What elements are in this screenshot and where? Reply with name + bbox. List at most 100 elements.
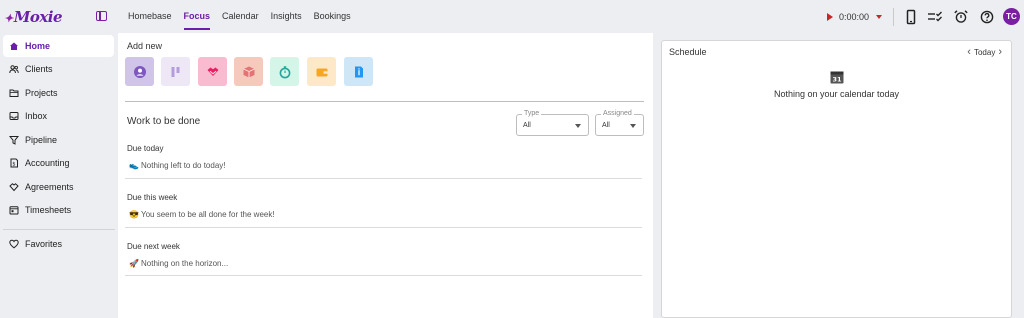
add-agreement-button[interactable] [198, 57, 227, 86]
add-expense-button[interactable] [307, 57, 336, 86]
play-icon[interactable] [827, 13, 833, 21]
timer-value: 0:00:00 [839, 12, 870, 22]
timer-dropdown-icon[interactable] [876, 15, 883, 19]
due-this-week-text: You seem to be all done for the week! [141, 210, 275, 219]
due-next-week-heading: Due next week [127, 242, 180, 251]
chevron-down-icon [630, 124, 636, 128]
sidebar-item-label: Pipeline [25, 135, 58, 145]
schedule-title: Schedule [669, 47, 707, 57]
tab-calendar[interactable]: Calendar [222, 0, 259, 33]
due-next-week-text: Nothing on the horizon... [141, 259, 229, 268]
sidebar-item-label: Accounting [25, 158, 70, 168]
folder-icon [9, 89, 19, 97]
add-time-entry-button[interactable] [270, 57, 299, 86]
row-divider [125, 275, 642, 276]
add-project-button[interactable] [161, 57, 190, 86]
schedule-empty-message: Nothing on your calendar today [773, 89, 900, 99]
top-bar: ✦Moxie Homebase Focus Calendar Insights … [0, 0, 1024, 33]
due-today-heading: Due today [127, 144, 164, 153]
mobile-icon[interactable] [903, 9, 919, 25]
timesheet-icon [9, 206, 19, 215]
contact-icon [133, 65, 146, 78]
sidebar-toggle-icon[interactable] [96, 11, 107, 21]
chevron-down-icon [575, 124, 581, 128]
assigned-filter-select[interactable]: Assigned All [595, 110, 644, 136]
section-divider [125, 101, 644, 102]
sidebar-item-label: Home [25, 41, 51, 51]
tab-focus[interactable]: Focus [183, 0, 210, 33]
sidebar-item-label: Inbox [25, 111, 48, 121]
type-filter-label: Type [522, 110, 542, 117]
heart-icon [9, 239, 19, 249]
sidebar-item-label: Timesheets [25, 205, 72, 215]
help-icon[interactable] [979, 9, 995, 25]
moxie-logo[interactable]: ✦Moxie [4, 8, 63, 26]
calendar-day-number: 31 [832, 76, 842, 84]
wallet-icon [316, 68, 327, 76]
calendar-icon: 31 [830, 71, 844, 84]
today-button[interactable]: Today [974, 48, 995, 57]
type-filter-value: All [523, 122, 531, 129]
clients-icon [9, 65, 19, 74]
rocket-icon: 🚀 [129, 259, 139, 268]
receipt-icon: $ [10, 158, 18, 168]
sidebar-item-home[interactable]: Home [3, 35, 114, 57]
toolbar-divider [893, 8, 894, 26]
add-invoice-button[interactable] [344, 57, 373, 86]
document-icon [354, 66, 363, 77]
timer-widget[interactable]: 0:00:00 [822, 9, 888, 25]
sneaker-icon: 👟 [129, 161, 139, 170]
handshake-icon [9, 183, 19, 192]
sidebar-item-favorites[interactable]: Favorites [3, 233, 114, 255]
sidebar-item-inbox[interactable]: Inbox [3, 105, 114, 127]
user-avatar[interactable]: TC [1003, 8, 1020, 25]
tab-insights[interactable]: Insights [271, 0, 302, 33]
sidebar-item-label: Projects [25, 88, 58, 98]
due-this-week-heading: Due this week [127, 193, 178, 202]
due-this-week-message: 😎 You seem to be all done for the week! [129, 210, 275, 219]
sidebar-divider [3, 229, 115, 230]
sidebar-item-pipeline[interactable]: Pipeline [3, 129, 114, 151]
sidebar-item-label: Clients [25, 64, 53, 74]
home-icon [10, 42, 18, 50]
focus-panel: Add new Work to be done Type All Assigne… [118, 33, 653, 318]
sidebar-item-timesheets[interactable]: Timesheets [3, 199, 114, 221]
assigned-filter-value: All [602, 122, 610, 129]
sidebar-item-agreements[interactable]: Agreements [3, 176, 114, 198]
task-list-icon[interactable] [927, 9, 943, 25]
sidebar-item-accounting[interactable]: $ Accounting [3, 152, 114, 174]
schedule-panel: Schedule ‹ Today › 31 Nothing on your ca… [661, 40, 1012, 318]
filter-icon [9, 136, 19, 145]
sidebar-item-label: Favorites [25, 239, 63, 249]
assigned-filter-label: Assigned [601, 110, 634, 117]
tab-bookings[interactable]: Bookings [314, 0, 351, 33]
inbox-icon [9, 112, 19, 120]
stopwatch-icon [279, 65, 290, 78]
chevron-right-icon[interactable]: › [995, 46, 1005, 58]
kanban-icon [171, 66, 179, 77]
add-contact-button[interactable] [125, 57, 154, 86]
logo-text: Moxie [13, 8, 63, 26]
package-icon [242, 66, 255, 77]
due-today-message: 👟 Nothing left to do today! [129, 161, 226, 170]
work-heading: Work to be done [127, 116, 201, 127]
tab-homebase[interactable]: Homebase [128, 0, 172, 33]
alarm-icon[interactable] [953, 9, 969, 25]
add-new-heading: Add new [127, 41, 163, 51]
due-next-week-message: 🚀 Nothing on the horizon... [129, 259, 228, 268]
sunglasses-icon: 😎 [129, 210, 139, 219]
main-nav: Homebase Focus Calendar Insights Booking… [128, 0, 363, 33]
sidebar-item-clients[interactable]: Clients [3, 58, 114, 80]
type-filter-select[interactable]: Type All [516, 110, 589, 136]
row-divider [125, 178, 642, 179]
handshake-icon [207, 67, 218, 76]
sidebar-item-label: Agreements [25, 182, 74, 192]
logo-mark-icon: ✦ [4, 12, 13, 25]
due-today-text: Nothing left to do today! [141, 161, 226, 170]
svg-text:$: $ [12, 161, 15, 167]
chevron-left-icon[interactable]: ‹ [964, 46, 974, 58]
sidebar-item-projects[interactable]: Projects [3, 82, 114, 104]
add-deliverable-button[interactable] [234, 57, 263, 86]
sidebar: Home Clients Projects Inbox Pipeline $ A… [0, 33, 118, 318]
row-divider [125, 227, 642, 228]
